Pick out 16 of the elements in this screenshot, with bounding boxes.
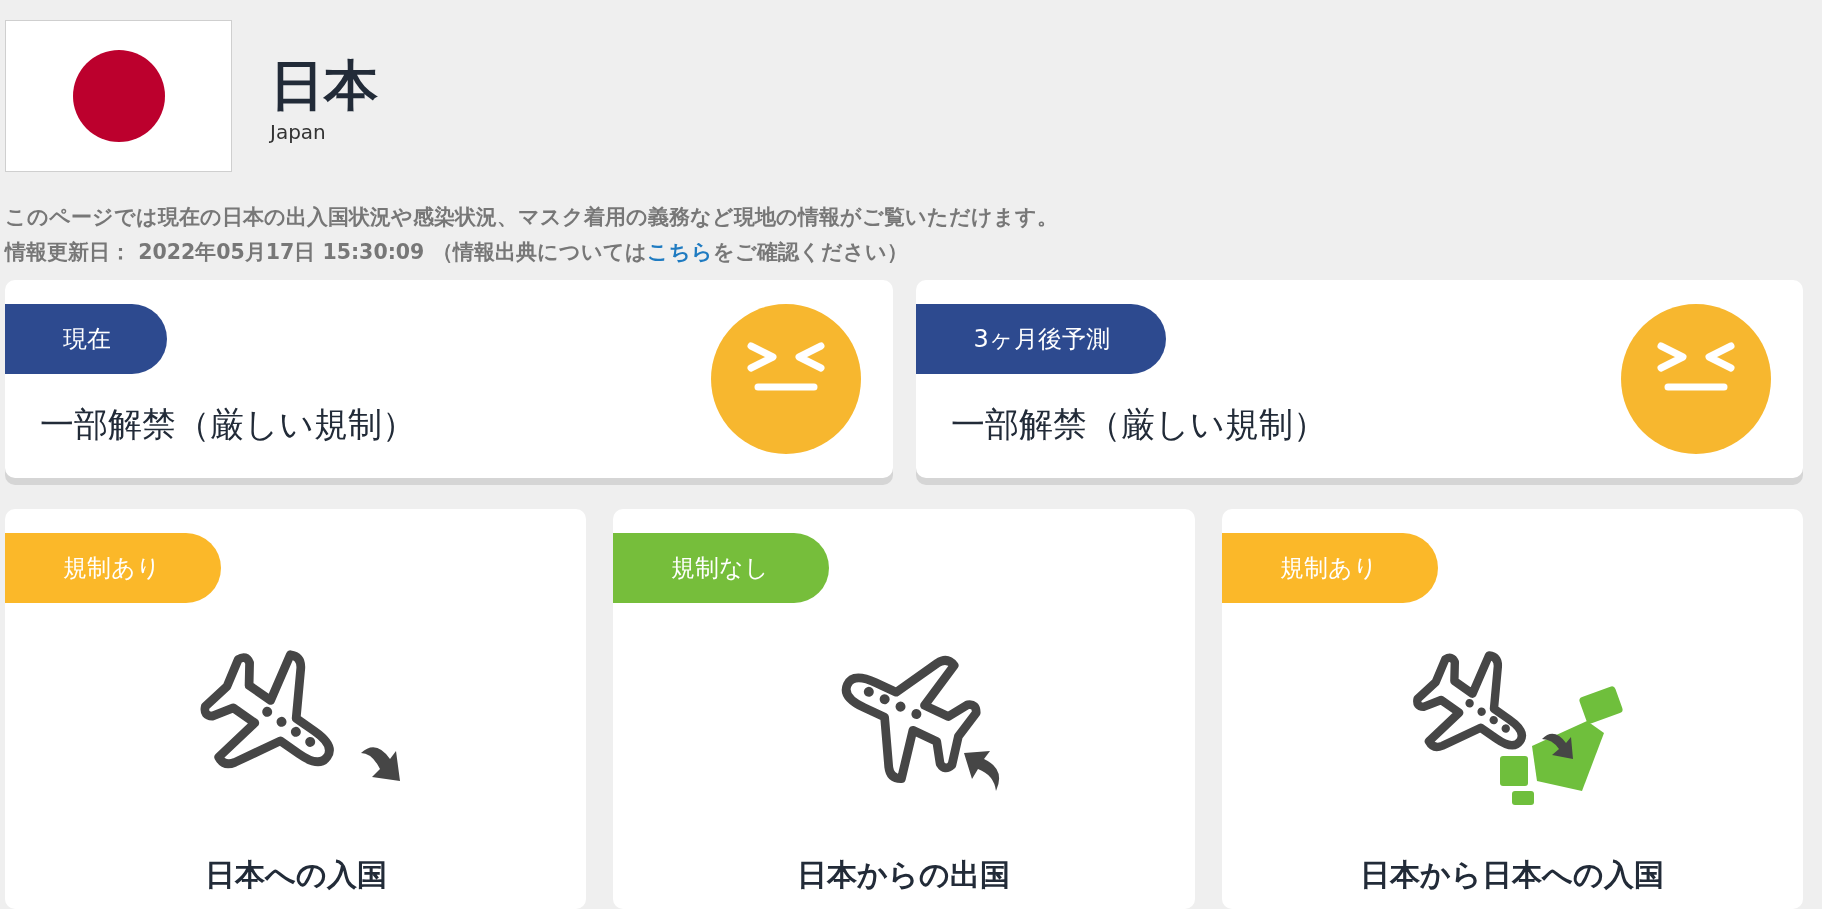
status-label: 現在 [5, 304, 167, 374]
source-link[interactable]: こちら [646, 240, 713, 264]
restriction-tag: 規制なし [613, 533, 830, 603]
country-subtitle: Japan [270, 119, 327, 144]
travel-card-title: 日本への入国 [203, 856, 388, 894]
status-text: 一部解禁（厳しい規制） [950, 403, 1327, 446]
status-label: 3ヶ月後予測 [915, 304, 1166, 374]
travel-card-title: 日本からの出国 [796, 856, 1012, 894]
country-title: 日本 [270, 56, 378, 116]
restriction-tag: 規制あり [5, 533, 221, 603]
restriction-tag: 規制あり [1221, 533, 1438, 603]
status-text: 一部解禁（厳しい規制） [40, 403, 416, 446]
page-description: このページでは現在の日本の出入国状況や感染状況、マスク着用の義務など現地の情報がご覧いただけます。 [5, 204, 1059, 231]
travel-card-title: 日本から日本への入国 [1359, 856, 1666, 894]
update-info: 情報更新日： 2022年05月17日 15:30:09 （情報出典についてはこちら をご確認ください） [5, 239, 909, 266]
japan-flag-icon [5, 20, 232, 172]
